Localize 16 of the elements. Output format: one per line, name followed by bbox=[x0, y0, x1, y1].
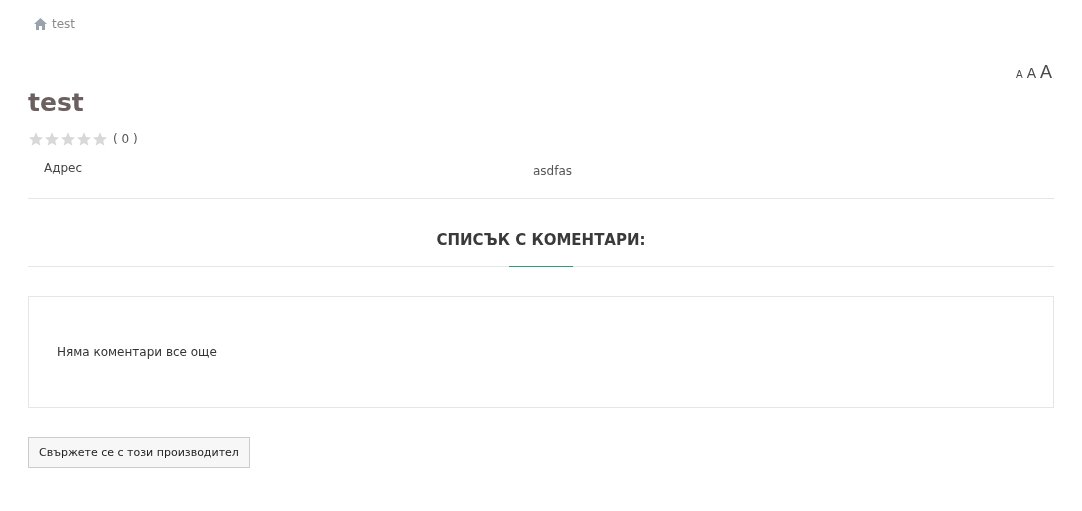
page-title: test bbox=[28, 88, 85, 117]
star-icon bbox=[44, 131, 60, 147]
star-icon bbox=[28, 131, 44, 147]
star-icon bbox=[60, 131, 76, 147]
field-value: asdfas bbox=[533, 164, 574, 178]
empty-comments-text: Няма коментари все още bbox=[57, 345, 217, 359]
star-icon bbox=[76, 131, 92, 147]
breadcrumb-link[interactable]: test bbox=[52, 17, 76, 31]
font-size-button[interactable]: A bbox=[1015, 69, 1023, 80]
star-icon bbox=[92, 131, 108, 147]
contact-button[interactable]: Свържете се с този производител bbox=[28, 437, 250, 468]
home-icon[interactable] bbox=[34, 18, 47, 30]
font-size-button[interactable]: A bbox=[1040, 62, 1052, 83]
font-size-button[interactable]: A bbox=[1026, 65, 1036, 81]
comments-heading: СПИСЪК С КОМЕНТАРИ: bbox=[435, 231, 647, 249]
rating-count: ( 0 ) bbox=[113, 132, 138, 146]
